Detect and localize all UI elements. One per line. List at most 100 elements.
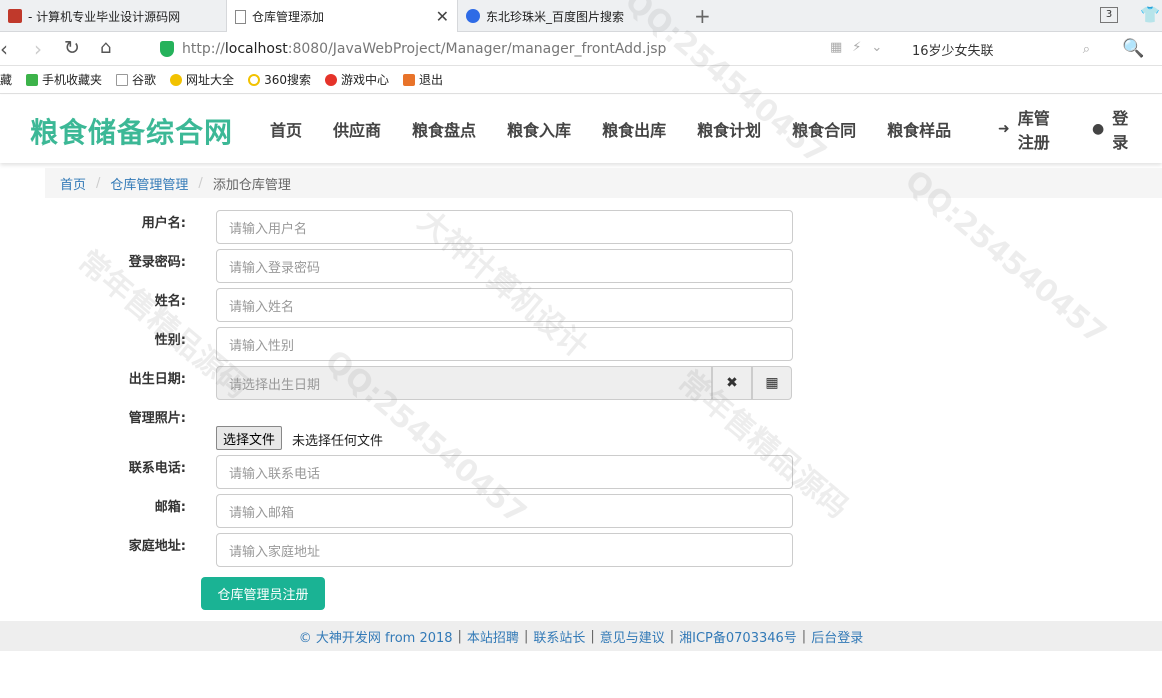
birthday-input[interactable]: 请选择出生日期 — [216, 366, 712, 400]
bookmark-item[interactable]: 谷歌 — [116, 71, 156, 88]
skin-icon[interactable]: 👕 — [1140, 5, 1160, 24]
bookmark-item[interactable]: 藏 — [0, 71, 12, 88]
footer-link[interactable]: 湘ICP备0703346号 — [679, 627, 797, 646]
nav-item-stock-in[interactable]: 粮食入库 — [507, 117, 571, 141]
nav-item-home[interactable]: 首页 — [270, 117, 302, 141]
forward-icon[interactable]: › — [34, 37, 42, 61]
address-label: 家庭地址: — [128, 539, 186, 554]
tab-title: - 计算机专业毕业设计源码网 — [28, 9, 181, 24]
birthday-label: 出生日期: — [128, 372, 186, 387]
nav-item-supplier[interactable]: 供应商 — [333, 117, 381, 141]
footer-link[interactable]: 本站招聘 — [467, 627, 519, 646]
username-label: 用户名: — [141, 216, 186, 231]
phone-input[interactable]: 请输入联系电话 — [216, 455, 793, 489]
tab-warehouse-add[interactable]: 仓库管理添加 ✕ — [226, 0, 458, 33]
footer-link[interactable]: 联系站长 — [533, 627, 585, 646]
tab-count-badge[interactable]: 3 — [1100, 7, 1118, 23]
home-icon[interactable]: ⌂ — [100, 37, 111, 58]
name-label: 姓名: — [154, 294, 186, 309]
search-value: 16岁少女失联 — [912, 43, 994, 59]
bookmark-item[interactable]: 360搜索 — [248, 71, 311, 88]
email-input[interactable]: 请输入邮箱 — [216, 494, 793, 528]
tab-source-site[interactable]: - 计算机专业毕业设计源码网 — [0, 0, 226, 32]
game-icon — [324, 73, 337, 86]
footer-separator: | — [669, 628, 675, 644]
sex-label: 性别: — [154, 333, 186, 348]
calendar-icon[interactable]: ▦ — [752, 366, 792, 400]
qr-bolt-dropdown-icons[interactable]: ▦⚡⌄ — [830, 40, 892, 55]
nav-item-sample[interactable]: 粮食样品 — [887, 117, 951, 141]
bookmark-item[interactable]: 游戏中心 — [324, 71, 389, 88]
bookmark-item[interactable]: 手机收藏夹 — [26, 71, 102, 88]
page-icon — [116, 73, 129, 86]
choose-file-button[interactable]: 选择文件 — [216, 426, 283, 450]
globe-icon — [170, 73, 183, 86]
user-links: ➜ 库管注册 ● 登录 — [998, 95, 1162, 163]
photo-label: 管理照片: — [128, 411, 186, 426]
main-nav: 首页 供应商 粮食盘点 粮食入库 粮食出库 粮食计划 粮食合同 粮食样品 — [270, 95, 982, 163]
url-text: http://localhost:8080/JavaWebProject/Man… — [182, 41, 667, 57]
form-row-birthday: 出生日期: 请选择出生日期 ✖ ▦ — [0, 360, 1162, 400]
sex-input[interactable]: 请输入性别 — [216, 327, 793, 361]
tab-baidu-images[interactable]: 东北珍珠米_百度图片搜索 — [458, 0, 686, 32]
username-input[interactable]: 请输入用户名 — [216, 210, 793, 244]
login-link[interactable]: ● 登录 — [1092, 105, 1132, 153]
site-header: 粮食储备综合网 首页 供应商 粮食盘点 粮食入库 粮食出库 粮食计划 粮食合同 … — [0, 95, 1162, 163]
baidu-icon — [466, 9, 480, 23]
url-field[interactable]: http://localhost:8080/JavaWebProject/Man… — [152, 36, 892, 62]
register-link[interactable]: ➜ 库管注册 — [998, 105, 1062, 153]
phone-icon — [26, 73, 39, 86]
sign-in-icon: ➜ — [998, 121, 1010, 137]
bookmark-item[interactable]: 退出 — [402, 71, 443, 88]
page-icon — [235, 9, 246, 24]
footer-separator: | — [523, 628, 529, 644]
breadcrumb-section[interactable]: 仓库管理管理 — [110, 174, 188, 193]
form-row-photo: 管理照片: — [0, 399, 1162, 435]
footer-separator: | — [590, 628, 595, 644]
file-status: 未选择任何文件 — [292, 434, 384, 449]
email-label: 邮箱: — [154, 500, 186, 515]
nav-item-stock-out[interactable]: 粮食出库 — [602, 117, 666, 141]
footer-link[interactable]: 意见与建议 — [600, 627, 665, 646]
form-row-name: 姓名: 请输入姓名 — [0, 282, 1162, 322]
search-button-icon[interactable]: 🔍 — [1122, 38, 1144, 59]
bookmarks-bar: 藏 手机收藏夹 谷歌 网址大全 360搜索 游戏中心 退出 — [0, 66, 1162, 94]
exit-icon — [402, 73, 415, 86]
address-input[interactable]: 请输入家庭地址 — [216, 533, 793, 567]
nav-item-contract[interactable]: 粮食合同 — [792, 117, 856, 141]
nav-item-plan[interactable]: 粮食计划 — [697, 117, 761, 141]
footer-separator: | — [457, 628, 462, 644]
back-icon[interactable]: ‹ — [0, 37, 8, 61]
breadcrumb-current: 添加仓库管理 — [212, 177, 291, 193]
flag-icon — [8, 9, 22, 23]
close-tab-icon[interactable]: ✕ — [436, 7, 449, 26]
form-row-password: 登录密码: 请输入登录密码 — [0, 243, 1162, 283]
password-input[interactable]: 请输入登录密码 — [216, 249, 793, 283]
site-footer: © 大神开发网 from 2018 | 本站招聘 | 联系站长 | 意见与建议 … — [0, 621, 1162, 651]
nav-item-inventory[interactable]: 粮食盘点 — [412, 117, 476, 141]
phone-label: 联系电话: — [128, 461, 186, 476]
register-submit-button[interactable]: 仓库管理员注册 — [201, 577, 325, 610]
search-icon[interactable]: ⌕ — [1083, 42, 1090, 57]
reload-icon[interactable]: ↻ — [64, 37, 80, 59]
password-label: 登录密码: — [128, 255, 186, 270]
clear-date-icon[interactable]: ✖ — [712, 366, 752, 400]
form-row-address: 家庭地址: 请输入家庭地址 — [0, 527, 1162, 567]
user-icon: ● — [1092, 121, 1105, 137]
address-bar: ‹ › ↻ ⌂ http://localhost:8080/JavaWebPro… — [0, 32, 1162, 66]
bookmark-item[interactable]: 网址大全 — [170, 71, 234, 88]
breadcrumb: 首页 / 仓库管理管理 / 添加仓库管理 — [45, 168, 1162, 198]
tab-title: 仓库管理添加 — [252, 10, 325, 24]
tab-title: 东北珍珠米_百度图片搜索 — [486, 9, 625, 24]
breadcrumb-separator: / — [96, 175, 101, 191]
form-row-phone: 联系电话: 请输入联系电话 — [0, 449, 1162, 489]
new-tab-icon[interactable]: + — [694, 4, 711, 28]
form-row-username: 用户名: 请输入用户名 — [0, 204, 1162, 244]
form-row-sex: 性别: 请输入性别 — [0, 321, 1162, 361]
search-input[interactable]: 16岁少女失联 ⌕ — [904, 36, 1098, 62]
browser-tab-bar: - 计算机专业毕业设计源码网 仓库管理添加 ✕ 东北珍珠米_百度图片搜索 + 3… — [0, 0, 1162, 33]
name-input[interactable]: 请输入姓名 — [216, 288, 793, 322]
breadcrumb-home[interactable]: 首页 — [60, 174, 86, 193]
footer-link[interactable]: 后台登录 — [811, 627, 863, 646]
site-logo[interactable]: 粮食储备综合网 — [30, 111, 233, 151]
